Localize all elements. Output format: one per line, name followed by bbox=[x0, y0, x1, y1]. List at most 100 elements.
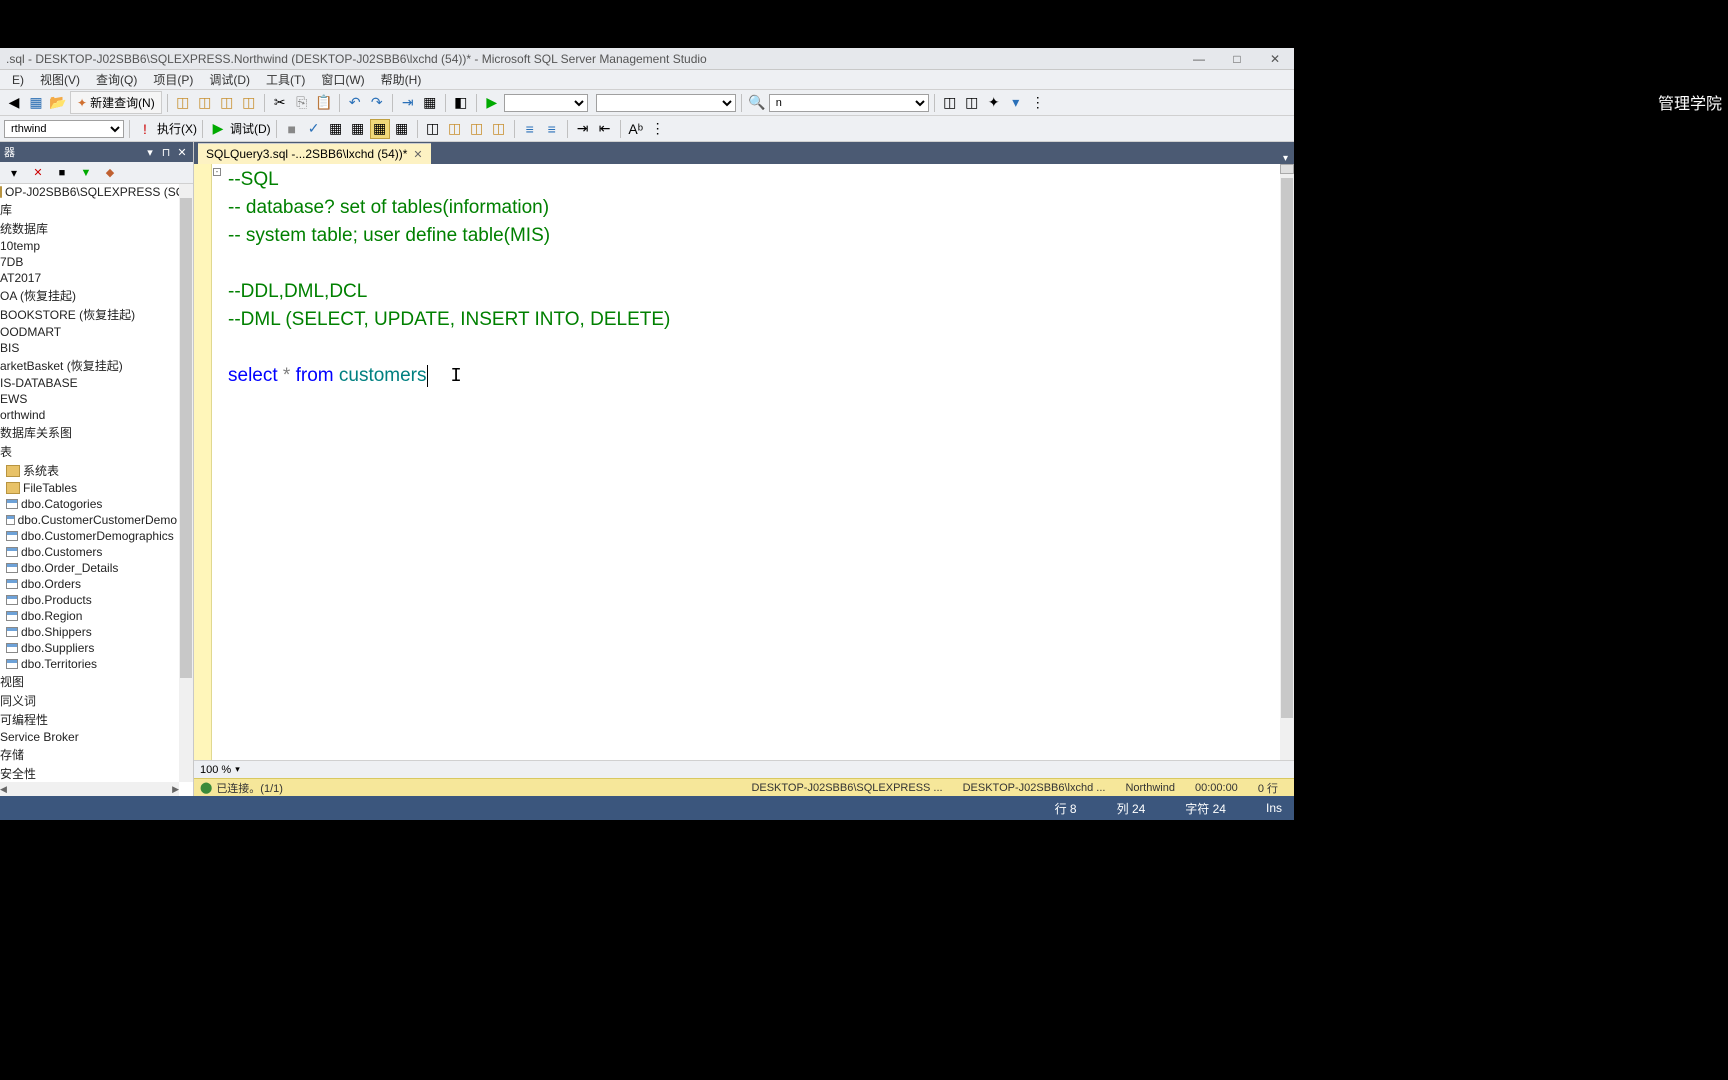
prop-icon[interactable]: ◧ bbox=[451, 93, 471, 113]
tree-item[interactable]: OODMART bbox=[0, 324, 179, 340]
oe-icon4[interactable]: ▼ bbox=[76, 163, 96, 183]
uncomment-icon[interactable]: ≡ bbox=[542, 119, 562, 139]
stop-icon[interactable]: ■ bbox=[282, 119, 302, 139]
outdent-icon[interactable]: ⇤ bbox=[595, 119, 615, 139]
cut-icon[interactable]: ✂ bbox=[270, 93, 290, 113]
t2-icon[interactable]: ◫ bbox=[962, 93, 982, 113]
sidebar-vscrollbar[interactable] bbox=[179, 184, 193, 782]
tree-item[interactable]: 数据库关系图 bbox=[0, 423, 179, 442]
panel-close-icon[interactable]: ✕ bbox=[175, 146, 189, 159]
connect-icon[interactable]: ▾ bbox=[4, 163, 24, 183]
back-icon[interactable]: ◀ bbox=[4, 93, 24, 113]
sidebar-hscrollbar[interactable]: ◀▶ bbox=[0, 782, 179, 796]
tree-item[interactable]: BIS bbox=[0, 340, 179, 356]
combo-2[interactable] bbox=[596, 94, 736, 112]
tree-item[interactable]: AT2017 bbox=[0, 270, 179, 286]
oe-icon5[interactable]: ◆ bbox=[100, 163, 120, 183]
tree-item[interactable]: 10temp bbox=[0, 238, 179, 254]
tree-table[interactable]: dbo.Customers bbox=[0, 544, 179, 560]
tree-item[interactable]: 表 bbox=[0, 442, 179, 461]
tree-table[interactable]: dbo.Suppliers bbox=[0, 640, 179, 656]
tree-table[interactable]: dbo.Products bbox=[0, 592, 179, 608]
tree-item[interactable]: OA (恢复挂起) bbox=[0, 286, 179, 305]
find-icon[interactable]: 🔍 bbox=[747, 93, 767, 113]
plan-icon[interactable]: ▦ bbox=[326, 119, 346, 139]
debug-button[interactable]: 调试(D) bbox=[230, 120, 271, 137]
play-icon[interactable]: ▶ bbox=[482, 93, 502, 113]
tree-item[interactable]: IS-DATABASE bbox=[0, 375, 179, 391]
sql-editor[interactable]: - --SQL -- database? set of tables(infor… bbox=[194, 164, 1294, 760]
indent-icon[interactable]: ⇥ bbox=[573, 119, 593, 139]
nav-icon[interactable]: ⇥ bbox=[398, 93, 418, 113]
db3-icon[interactable]: ◫ bbox=[217, 93, 237, 113]
editor-vscrollbar[interactable] bbox=[1280, 164, 1294, 760]
menu-view[interactable]: 视图(V) bbox=[32, 69, 88, 90]
debug-play-icon[interactable]: ▶ bbox=[208, 119, 228, 139]
db-icon[interactable]: ◫ bbox=[173, 93, 193, 113]
menu-file[interactable]: E) bbox=[4, 71, 32, 89]
dropdown-icon[interactable]: ▾ bbox=[143, 146, 157, 159]
tb2-a-icon[interactable]: ◫ bbox=[423, 119, 443, 139]
execute-button[interactable]: 执行(X) bbox=[157, 120, 197, 137]
tree-item[interactable]: 可编程性 bbox=[0, 710, 179, 729]
tree-table[interactable]: dbo.CustomerCustomerDemo bbox=[0, 512, 179, 528]
oe-icon2[interactable]: ✕ bbox=[28, 163, 48, 183]
tb2-d-icon[interactable]: ◫ bbox=[489, 119, 509, 139]
tree-filetables[interactable]: FileTables bbox=[0, 480, 179, 496]
tab-overflow-icon[interactable]: ▾ bbox=[1277, 153, 1294, 164]
t3-icon[interactable]: ✦ bbox=[984, 93, 1004, 113]
tree-item[interactable]: arketBasket (恢复挂起) bbox=[0, 356, 179, 375]
tree-item[interactable]: Service Broker bbox=[0, 729, 179, 745]
t5-icon[interactable]: ⋮ bbox=[1028, 93, 1048, 113]
tab-close-icon[interactable]: ✕ bbox=[413, 148, 422, 161]
tree-item[interactable]: 存储 bbox=[0, 745, 179, 764]
undo-icon[interactable]: ↶ bbox=[345, 93, 365, 113]
sidebar-vscroll-thumb[interactable] bbox=[180, 198, 192, 678]
tb2-end-icon[interactable]: ⋮ bbox=[648, 119, 668, 139]
redo-icon[interactable]: ↷ bbox=[367, 93, 387, 113]
paste-icon[interactable]: 📋 bbox=[314, 93, 334, 113]
tree-item[interactable]: 7DB bbox=[0, 254, 179, 270]
maximize-button[interactable]: □ bbox=[1222, 52, 1252, 66]
combo-1[interactable] bbox=[504, 94, 588, 112]
tree-item[interactable]: orthwind bbox=[0, 407, 179, 423]
tree-item[interactable]: 库 bbox=[0, 200, 179, 219]
tree-table[interactable]: dbo.Catogories bbox=[0, 496, 179, 512]
combo-n[interactable]: n bbox=[769, 94, 929, 112]
menu-window[interactable]: 窗口(W) bbox=[313, 69, 372, 90]
tree-table[interactable]: dbo.Shippers bbox=[0, 624, 179, 640]
tree-table[interactable]: dbo.CustomerDemographics bbox=[0, 528, 179, 544]
new-file-icon[interactable]: ▦ bbox=[26, 93, 46, 113]
tree-table[interactable]: dbo.Orders bbox=[0, 576, 179, 592]
copy-icon[interactable]: ⎘ bbox=[292, 93, 312, 113]
database-combo[interactable]: rthwind bbox=[4, 120, 124, 138]
tree-item[interactable]: 安全性 bbox=[0, 764, 179, 782]
nav2-icon[interactable]: ▦ bbox=[420, 93, 440, 113]
tree-table[interactable]: dbo.Territories bbox=[0, 656, 179, 672]
tree-table[interactable]: dbo.Order_Details bbox=[0, 560, 179, 576]
tree-item[interactable]: 视图 bbox=[0, 672, 179, 691]
tree-system-tables[interactable]: 系统表 bbox=[0, 461, 179, 480]
tree-item[interactable]: EWS bbox=[0, 391, 179, 407]
t4-icon[interactable]: ▾ bbox=[1006, 93, 1026, 113]
tb2-b-icon[interactable]: ◫ bbox=[445, 119, 465, 139]
minimize-button[interactable]: — bbox=[1184, 52, 1214, 66]
pin-icon[interactable]: ⊓ bbox=[159, 146, 173, 159]
tree-item[interactable]: 统数据库 bbox=[0, 219, 179, 238]
file-tab[interactable]: SQLQuery3.sql -...2SBB6\lxchd (54))* ✕ bbox=[198, 143, 431, 164]
results-text-icon[interactable]: ▦ bbox=[370, 119, 390, 139]
execute-icon[interactable]: ! bbox=[135, 119, 155, 139]
collapse-icon[interactable]: - bbox=[213, 168, 221, 176]
tree-item[interactable]: BOOKSTORE (恢复挂起) bbox=[0, 305, 179, 324]
editor-vscroll-thumb[interactable] bbox=[1281, 178, 1293, 718]
menu-help[interactable]: 帮助(H) bbox=[373, 69, 430, 90]
results-grid-icon[interactable]: ▦ bbox=[392, 119, 412, 139]
plan2-icon[interactable]: ▦ bbox=[348, 119, 368, 139]
menu-debug[interactable]: 调试(D) bbox=[201, 69, 258, 90]
specify-icon[interactable]: Aᵇ bbox=[626, 119, 646, 139]
zoom-value[interactable]: 100 % bbox=[200, 764, 231, 776]
new-query-button[interactable]: ✦新建查询(N) bbox=[70, 91, 162, 114]
menu-query[interactable]: 查询(Q) bbox=[88, 69, 145, 90]
menu-tools[interactable]: 工具(T) bbox=[258, 69, 313, 90]
zoom-dropdown-icon[interactable]: ▾ bbox=[235, 764, 240, 775]
